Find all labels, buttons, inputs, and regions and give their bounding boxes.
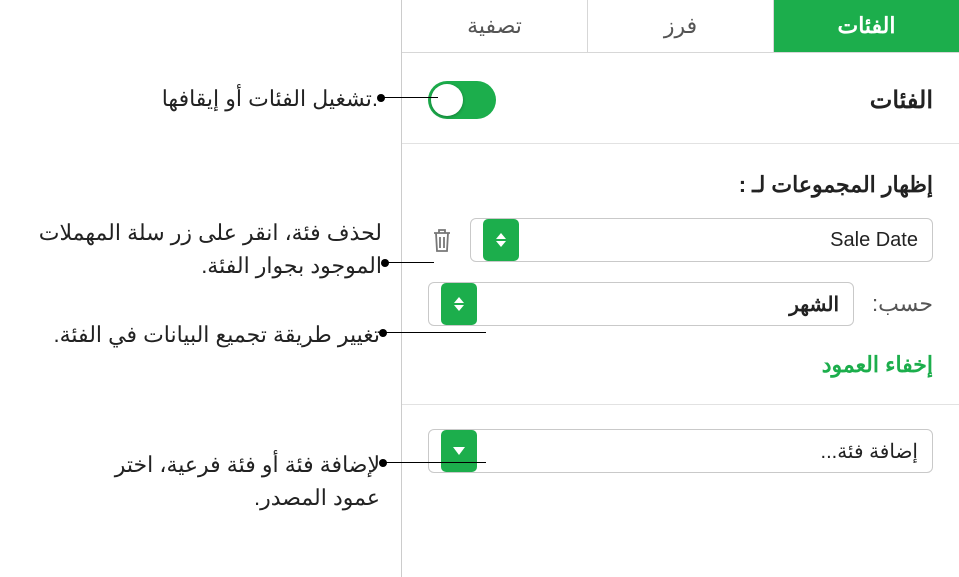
tab-categories[interactable]: الفئات	[773, 0, 959, 52]
category-dropdown[interactable]: Sale Date	[470, 218, 933, 262]
group-by-dropdown[interactable]: الشهر	[428, 282, 854, 326]
trash-icon	[430, 226, 454, 254]
callout-grouping: تغيير طريقة تجميع البيانات في الفئة.	[30, 318, 380, 351]
callout-line	[386, 462, 486, 463]
group-by-value: الشهر	[789, 292, 853, 317]
inspector-panel: الفئات فرز تصفية الفئات إظهار المجموعات …	[401, 0, 959, 577]
chevron-down-icon	[441, 430, 477, 472]
section-title: الفئات	[870, 86, 933, 115]
categories-header-row: الفئات	[402, 53, 959, 144]
updown-arrows-icon	[441, 283, 477, 325]
group-by-row: حسب: الشهر	[402, 272, 959, 336]
callout-add: لإضافة فئة أو فئة فرعية، اختر عمود المصد…	[80, 448, 380, 514]
callout-line	[388, 262, 434, 263]
toggle-knob	[431, 84, 463, 116]
add-category-label: إضافة فئة...	[821, 439, 932, 464]
delete-category-button[interactable]	[428, 224, 456, 256]
tab-filter[interactable]: تصفية	[402, 0, 587, 52]
by-label: حسب:	[868, 291, 933, 317]
updown-arrows-icon	[483, 219, 519, 261]
category-dropdown-value: Sale Date	[830, 229, 932, 252]
add-category-dropdown[interactable]: إضافة فئة...	[428, 429, 933, 473]
categories-toggle[interactable]	[428, 81, 496, 119]
tab-sort[interactable]: فرز	[587, 0, 773, 52]
callout-line	[386, 332, 486, 333]
callout-delete: لحذف فئة، انقر على زر سلة المهملات الموج…	[12, 216, 382, 282]
callout-toggle: .تشغيل الفئات أو إيقافها	[58, 82, 378, 115]
show-groups-label: إظهار المجموعات لـ :	[402, 144, 959, 208]
tab-bar: الفئات فرز تصفية	[402, 0, 959, 53]
add-category-row: إضافة فئة...	[402, 404, 959, 497]
callout-line	[384, 97, 438, 98]
hide-column-link[interactable]: إخفاء العمود	[402, 336, 959, 404]
category-field-row: Sale Date	[402, 208, 959, 272]
